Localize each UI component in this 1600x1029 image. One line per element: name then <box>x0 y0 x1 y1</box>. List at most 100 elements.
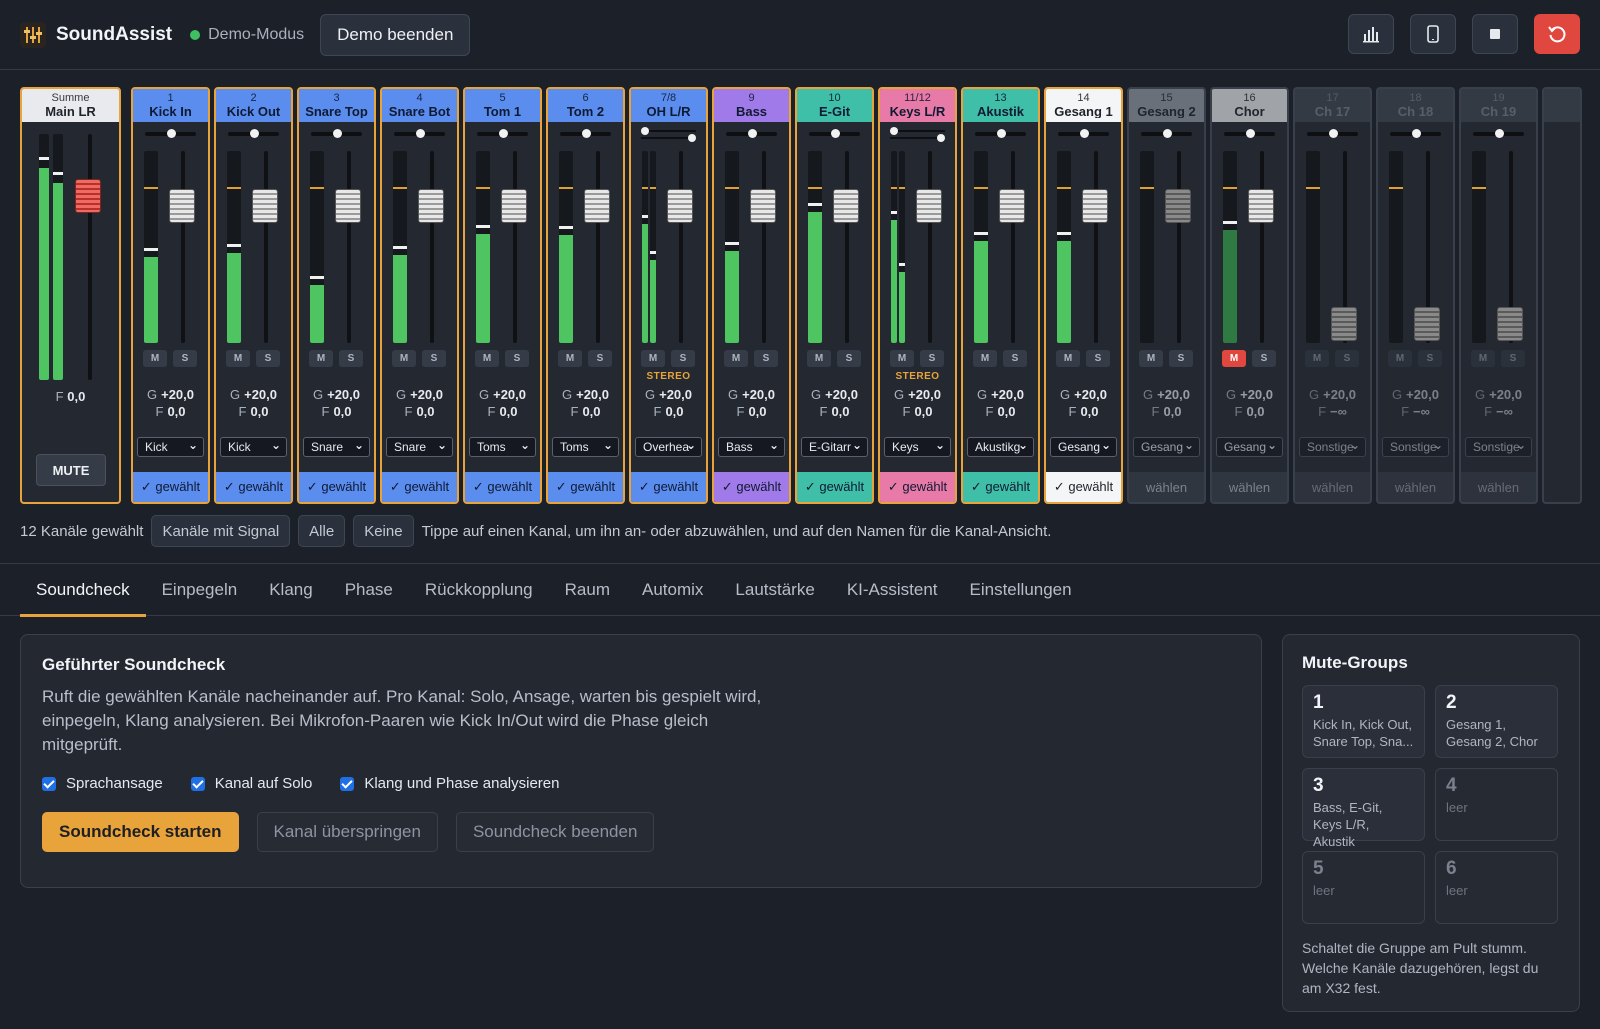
pan-control[interactable] <box>890 127 945 142</box>
instrument-select[interactable]: Gesang ⌄ <box>1050 437 1117 457</box>
instrument-select[interactable]: Sonstige ⌄ <box>1299 437 1366 457</box>
channel-select-toggle[interactable]: wählen <box>1212 472 1287 502</box>
main-lr-strip[interactable]: Summe Main LR F 0,0 MUTE <box>20 87 121 504</box>
main-lr-mute-button[interactable]: MUTE <box>36 454 106 486</box>
pan-control[interactable] <box>145 129 196 138</box>
channel-fader[interactable] <box>750 189 776 223</box>
channel-name[interactable]: Bass <box>714 105 789 118</box>
channel-select-toggle[interactable]: wählen <box>1129 472 1204 502</box>
channels-with-signal-button[interactable]: Kanäle mit Signal <box>151 515 291 547</box>
mute-button[interactable]: M <box>1222 350 1246 367</box>
channel-select-toggle[interactable]: ✓ gewählt <box>382 472 457 502</box>
instrument-select[interactable]: Gesang ⌄ <box>1216 437 1283 457</box>
channel-fader[interactable] <box>1165 189 1191 223</box>
solo-button[interactable]: S <box>588 350 612 367</box>
exit-demo-button[interactable]: Demo beenden <box>320 13 471 56</box>
channel-strip[interactable]: 19 Ch 19 M S G +20,0 F −∞ Sonstige ⌄ wählen <box>1459 87 1538 504</box>
pan-control[interactable] <box>228 129 279 138</box>
channel-select-toggle[interactable]: ✓ gewählt <box>1046 472 1121 502</box>
mute-button[interactable]: M <box>143 350 167 367</box>
solo-button[interactable]: S <box>1418 350 1442 367</box>
solo-button[interactable]: S <box>1169 350 1193 367</box>
solo-button[interactable]: S <box>422 350 446 367</box>
channel-fader[interactable] <box>1414 307 1440 341</box>
channel-header[interactable]: 17 Ch 17 <box>1295 89 1370 122</box>
instrument-select[interactable]: Bass ⌄ <box>718 437 785 457</box>
option-analyze-sound-phase[interactable]: Klang und Phase analysieren <box>340 775 559 792</box>
tab-lautstärke[interactable]: Lautstärke <box>719 564 830 616</box>
tab-phase[interactable]: Phase <box>329 564 409 616</box>
instrument-select[interactable]: Overhea ⌄ <box>635 437 702 457</box>
channel-header[interactable]: 6 Tom 2 <box>548 89 623 122</box>
checkbox-checked-icon[interactable] <box>190 776 205 791</box>
instrument-select[interactable]: Toms ⌄ <box>469 437 536 457</box>
mute-button[interactable]: M <box>392 350 416 367</box>
instrument-select[interactable]: Snare ⌄ <box>303 437 370 457</box>
channel-strip[interactable]: 17 Ch 17 M S G +20,0 F −∞ Sonstige ⌄ wählen <box>1293 87 1372 504</box>
mute-button[interactable]: M <box>475 350 499 367</box>
checkbox-checked-icon[interactable] <box>340 776 355 791</box>
solo-button[interactable]: S <box>173 350 197 367</box>
channel-fader[interactable] <box>999 189 1025 223</box>
instrument-select[interactable]: E-Gitarr ⌄ <box>801 437 868 457</box>
channel-fader[interactable] <box>252 189 278 223</box>
option-voice-announcement[interactable]: Sprachansage <box>42 775 163 792</box>
channel-strip[interactable]: 4 Snare Bot M S G +20,0 F 0,0 Snare ⌄ ✓ gewählt <box>380 87 459 504</box>
tablet-view-button[interactable] <box>1410 14 1456 54</box>
channel-fader[interactable] <box>667 189 693 223</box>
pan-control[interactable] <box>394 129 445 138</box>
tab-raum[interactable]: Raum <box>549 564 626 616</box>
channel-select-toggle[interactable]: ✓ gewählt <box>133 472 208 502</box>
channel-strip[interactable]: 7/8 OH L/R M S STEREO G +20,0 F 0,0 Overhea ⌄ ✓ g… <box>629 87 708 504</box>
instrument-select[interactable]: Kick ⌄ <box>137 437 204 457</box>
mute-button[interactable]: M <box>558 350 582 367</box>
pan-control[interactable] <box>641 127 696 142</box>
instrument-select[interactable]: Akustikg ⌄ <box>967 437 1034 457</box>
channel-name[interactable]: Ch 18 <box>1378 105 1453 118</box>
mute-button[interactable]: M <box>1305 350 1329 367</box>
channel-fader[interactable] <box>1331 307 1357 341</box>
solo-button[interactable]: S <box>256 350 280 367</box>
mute-button[interactable]: M <box>724 350 748 367</box>
mute-group-2[interactable]: 2 Gesang 1, Gesang 2, Chor <box>1435 685 1558 758</box>
solo-button[interactable]: S <box>339 350 363 367</box>
channel-header[interactable]: 3 Snare Top <box>299 89 374 122</box>
channel-strip[interactable]: 1 Kick In M S G +20,0 F 0,0 Kick ⌄ ✓ gewählt <box>131 87 210 504</box>
channel-header[interactable]: 9 Bass <box>714 89 789 122</box>
pan-control[interactable] <box>726 129 777 138</box>
tab-klang[interactable]: Klang <box>253 564 328 616</box>
mute-group-6[interactable]: 6 leer <box>1435 851 1558 924</box>
mute-button[interactable]: M <box>807 350 831 367</box>
pan-control[interactable] <box>311 129 362 138</box>
channel-select-toggle[interactable]: ✓ gewählt <box>465 472 540 502</box>
channel-header[interactable]: 14 Gesang 1 <box>1046 89 1121 122</box>
mute-button[interactable]: M <box>309 350 333 367</box>
select-none-button[interactable]: Keine <box>353 515 414 547</box>
channel-header[interactable]: 18 Ch 18 <box>1378 89 1453 122</box>
skip-channel-button[interactable]: Kanal überspringen <box>256 812 438 852</box>
channel-select-toggle[interactable]: ✓ gewählt <box>963 472 1038 502</box>
mute-button[interactable]: M <box>1388 350 1412 367</box>
pan-control[interactable] <box>1307 129 1358 138</box>
channel-strip[interactable]: 6 Tom 2 M S G +20,0 F 0,0 Toms ⌄ ✓ gewählt <box>546 87 625 504</box>
channel-header[interactable]: 15 Gesang 2 <box>1129 89 1204 122</box>
channel-strip[interactable]: 16 Chor M S G +20,0 F 0,0 Gesang ⌄ wählen <box>1210 87 1289 504</box>
pan-control[interactable] <box>1058 129 1109 138</box>
channel-select-toggle[interactable]: ✓ gewählt <box>216 472 291 502</box>
channel-name[interactable]: Akustik <box>963 105 1038 118</box>
tab-soundcheck[interactable]: Soundcheck <box>20 564 146 617</box>
channel-fader[interactable] <box>418 189 444 223</box>
reset-button[interactable] <box>1534 14 1580 54</box>
channel-name[interactable]: Tom 1 <box>465 105 540 118</box>
channel-fader[interactable] <box>1248 189 1274 223</box>
channel-header[interactable]: 11/12 Keys L/R <box>880 89 955 122</box>
channel-fader[interactable] <box>916 189 942 223</box>
solo-button[interactable]: S <box>1252 350 1276 367</box>
tab-rückkopplung[interactable]: Rückkopplung <box>409 564 549 616</box>
channel-header[interactable]: 13 Akustik <box>963 89 1038 122</box>
meters-button[interactable] <box>1348 14 1394 54</box>
instrument-select[interactable]: Gesang ⌄ <box>1133 437 1200 457</box>
tab-ki-assistent[interactable]: KI-Assistent <box>831 564 954 616</box>
pan-control[interactable] <box>1390 129 1441 138</box>
channel-select-toggle[interactable]: ✓ gewählt <box>631 472 706 502</box>
